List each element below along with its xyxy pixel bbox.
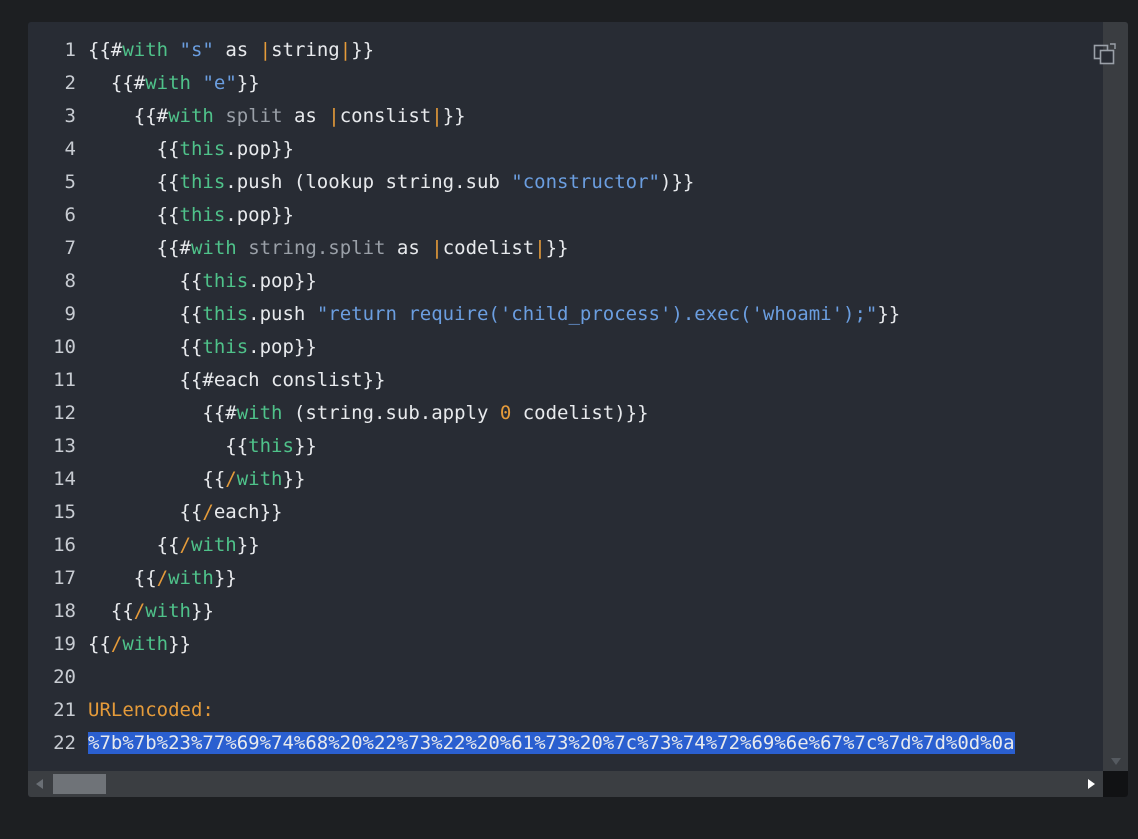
selected-encoded-text: %7b%7b%23%77%69%74%68%20%22%73%22%20%61%… [88,732,1015,754]
scrollbar-corner [1103,771,1128,797]
code-text: {{#with "e"}} [110,72,260,94]
scroll-left-arrow-icon[interactable] [36,779,43,789]
line-number: 9 [64,303,76,325]
code-line: 21 URLencoded: [28,694,1103,727]
code-line: 19 {{/with}} [28,628,1103,661]
code-line: 2 {{#with "e"}} [28,67,1103,100]
code-text: {{/with}} [88,633,191,655]
line-number: 12 [53,402,76,424]
line-number: 20 [53,666,76,688]
vertical-scrollbar[interactable] [1103,22,1128,771]
code-text: {{#with string.split as |codelist|}} [156,237,569,259]
code-line: 9 {{this.push "return require('child_pro… [28,298,1103,331]
code-line: 8 {{this.pop}} [28,265,1103,298]
horizontal-scroll-thumb[interactable] [53,774,106,794]
code-line: 22 %7b%7b%23%77%69%74%68%20%22%73%22%20%6… [28,727,1103,760]
code-text: {{this.pop}} [179,336,317,358]
code-line: 7 {{#with string.split as |codelist|}} [28,232,1103,265]
line-number: 6 [64,204,76,226]
code-text: {{/with}} [156,534,260,556]
code-line: 6 {{this.pop}} [28,199,1103,232]
line-number: 14 [53,468,76,490]
line-number: 2 [64,72,76,94]
code-line: 15 {{/each}} [28,496,1103,529]
line-number: 19 [53,633,76,655]
code-line: 1 {{#with "s" as |string|}} [28,34,1103,67]
copy-icon [1093,43,1116,65]
code-text: {{this.pop}} [156,138,294,160]
line-number: 17 [53,567,76,589]
code-line: 14 {{/with}} [28,463,1103,496]
line-number: 15 [53,501,76,523]
line-number: 13 [53,435,76,457]
code-line: 13 {{this}} [28,430,1103,463]
code-line: 17 {{/with}} [28,562,1103,595]
line-number: 21 [53,699,76,721]
line-number: 4 [64,138,76,160]
line-number: 7 [64,237,76,259]
code-line: 12 {{#with (string.sub.apply 0 codelist)… [28,397,1103,430]
code-text: {{/with}} [202,468,306,490]
code-line: 5 {{this.push (lookup string.sub "constr… [28,166,1103,199]
line-number: 16 [53,534,76,556]
code-line: 4 {{this.pop}} [28,133,1103,166]
code-text: {{/with}} [133,567,237,589]
code-line: 18 {{/with}} [28,595,1103,628]
code-text: URLencoded: [88,699,214,721]
code-text: {{#with (string.sub.apply 0 codelist)}} [202,402,649,424]
code-text: {{/with}} [110,600,214,622]
code-line: 3 {{#with split as |conslist|}} [28,100,1103,133]
line-number: 3 [64,105,76,127]
line-number: 1 [64,39,76,61]
code-area[interactable]: 1 {{#with "s" as |string|}} 2 {{#with "e"}… [28,22,1103,771]
code-text: {{/each}} [179,501,283,523]
scroll-down-arrow-icon[interactable] [1111,758,1121,765]
code-text: {{#each conslist}} [179,369,386,391]
code-text: {{this.pop}} [156,204,294,226]
horizontal-scrollbar[interactable] [28,771,1103,797]
line-number: 8 [64,270,76,292]
code-line: 16 {{/with}} [28,529,1103,562]
line-number: 18 [53,600,76,622]
line-number: 10 [53,336,76,358]
copy-button[interactable] [1092,41,1118,67]
code-block: 1 {{#with "s" as |string|}} 2 {{#with "e"}… [28,22,1128,797]
code-line: 10 {{this.pop}} [28,331,1103,364]
line-number: 11 [53,369,76,391]
code-text: {{#with split as |conslist|}} [133,105,466,127]
code-text: {{this.push "return require('child_proce… [179,303,901,325]
code-text: {{this.push (lookup string.sub "construc… [156,171,695,193]
code-text: {{#with "s" as |string|}} [88,39,375,61]
code-line: 11 {{#each conslist}} [28,364,1103,397]
scroll-right-arrow-icon[interactable] [1088,779,1095,789]
code-text: {{this}} [225,435,317,457]
code-text: {{this.pop}} [179,270,317,292]
code-line: 20 [28,661,1103,694]
line-number: 22 [53,732,76,754]
line-number: 5 [64,171,76,193]
